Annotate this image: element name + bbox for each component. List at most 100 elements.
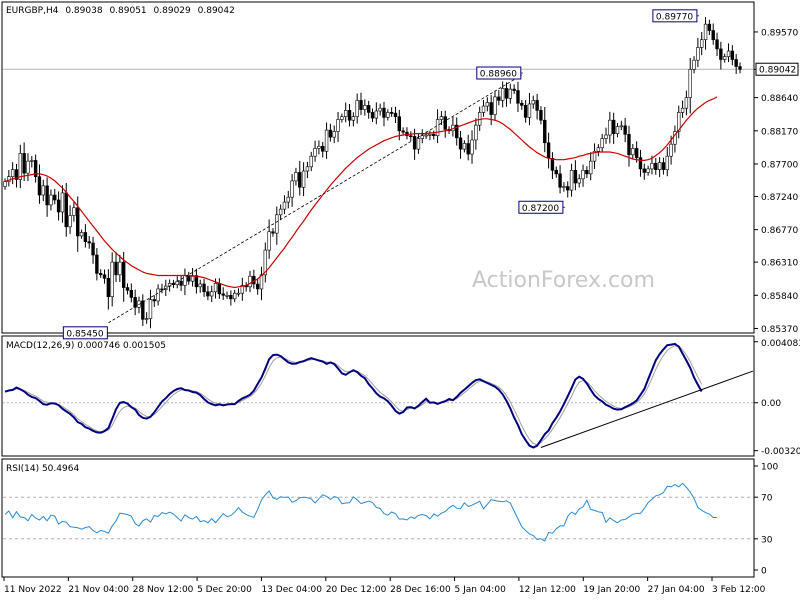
candle-body	[202, 283, 206, 293]
candle-body	[573, 170, 578, 184]
candle-body	[160, 288, 164, 291]
candle-body	[278, 208, 283, 216]
candle-body	[550, 158, 555, 171]
macd-y-tick-label: 0.00	[761, 399, 781, 409]
candle-body	[493, 96, 497, 115]
candle-body	[512, 88, 516, 91]
candle-body	[497, 96, 501, 101]
candle-body	[79, 232, 84, 237]
candle-body	[700, 39, 704, 48]
ohlc-open: 0.89038	[65, 6, 102, 16]
candle-body	[213, 282, 218, 293]
candle-body	[692, 59, 696, 70]
x-tick-label: 5 Jan 04:00	[455, 585, 507, 595]
candle-body	[60, 192, 65, 213]
y-tick-label: 0.86770	[761, 226, 798, 236]
y-tick-label: 0.87700	[761, 160, 798, 170]
price-annotation-label: 0.89770	[656, 12, 693, 22]
candle-body	[466, 143, 470, 155]
candle-body	[554, 170, 558, 175]
candle-body	[355, 100, 359, 117]
price-annotation-label: 0.87200	[522, 204, 559, 214]
y-tick-label: 0.88170	[761, 127, 798, 137]
candle-body	[462, 143, 467, 150]
candle-body	[45, 185, 49, 206]
candle-body	[275, 214, 279, 234]
macd-y-tick-label: 0.004083	[761, 339, 800, 349]
candle-body	[351, 116, 356, 121]
rsi-y-tick-label: 100	[761, 463, 778, 473]
candle-body	[638, 157, 643, 170]
candle-body	[359, 100, 363, 110]
price-annotation-label: 0.88960	[480, 70, 517, 80]
candle-body	[393, 112, 398, 117]
candle-body	[248, 275, 252, 288]
candle-body	[516, 90, 520, 104]
candle-body	[443, 116, 447, 130]
candle-body	[374, 110, 379, 119]
candle-body	[608, 119, 612, 136]
candle-body	[600, 138, 604, 149]
candle-body	[3, 181, 7, 187]
candle-body	[18, 153, 23, 180]
candle-body	[634, 148, 639, 158]
background	[0, 0, 800, 600]
candle-body	[562, 186, 566, 188]
candle-body	[661, 162, 666, 170]
x-tick-label: 28 Dec 16:00	[390, 585, 451, 595]
x-tick-label: 20 Dec 12:00	[326, 585, 387, 595]
last-price-label: 0.89042	[759, 66, 796, 76]
candle-body	[328, 129, 333, 138]
x-tick-label: 28 Nov 12:00	[133, 585, 194, 595]
candle-body	[255, 283, 260, 290]
candle-body	[619, 125, 624, 128]
candle-body	[382, 107, 386, 118]
candle-body	[627, 134, 631, 156]
candle-body	[10, 169, 15, 177]
candle-body	[187, 275, 191, 282]
candle-body	[95, 254, 99, 274]
candle-body	[363, 105, 367, 110]
candle-body	[340, 116, 344, 120]
watermark: ActionForex.com	[472, 268, 655, 293]
candle-body	[657, 162, 662, 170]
x-tick-label: 13 Dec 04:00	[261, 585, 322, 595]
candle-body	[738, 66, 742, 70]
candle-body	[500, 88, 505, 101]
x-tick-label: 19 Jan 20:00	[583, 585, 640, 595]
candle-body	[370, 112, 375, 119]
candle-body	[26, 160, 30, 174]
candle-body	[631, 148, 635, 156]
candle-body	[366, 105, 371, 113]
candle-body	[68, 215, 72, 228]
candle-body	[221, 293, 225, 296]
candle-body	[734, 59, 738, 67]
x-tick-label: 3 Feb 12:00	[712, 585, 766, 595]
candle-body	[217, 282, 222, 295]
candle-body	[558, 173, 562, 188]
candle-body	[267, 231, 271, 251]
ohlc-close: 0.89042	[198, 6, 235, 16]
candle-body	[72, 207, 76, 216]
x-tick-label: 27 Jan 04:00	[648, 585, 705, 595]
candle-body	[210, 291, 214, 297]
candle-body	[129, 290, 134, 298]
candle-body	[665, 155, 669, 170]
candle-body	[589, 160, 593, 175]
candle-body	[118, 261, 122, 276]
candle-body	[703, 23, 708, 41]
candle-body	[389, 112, 394, 114]
candle-body	[110, 261, 114, 297]
candle-body	[424, 134, 428, 137]
candle-body	[520, 102, 524, 106]
candle-body	[37, 176, 42, 196]
x-tick-label: 11 Nov 2022	[4, 585, 62, 595]
candle-body	[336, 119, 340, 132]
candle-body	[401, 130, 405, 133]
candle-body	[141, 300, 145, 320]
candle-body	[49, 194, 53, 206]
candle-body	[271, 231, 275, 234]
x-tick-label: 21 Nov 04:00	[68, 585, 129, 595]
candle-body	[206, 291, 210, 297]
x-tick-label: 5 Dec 20:00	[197, 585, 252, 595]
